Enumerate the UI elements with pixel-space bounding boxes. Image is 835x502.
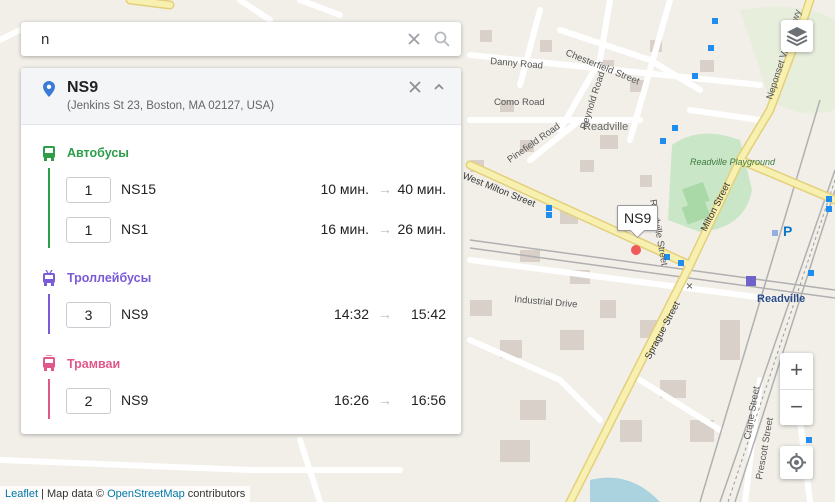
zoom-out-button[interactable]: − bbox=[780, 390, 813, 426]
leaflet-link[interactable]: Leaflet bbox=[5, 488, 38, 500]
attribution-separator: | Map data © bbox=[38, 488, 108, 500]
route-name: NS1 bbox=[121, 221, 149, 237]
route-time-from: 10 мин. bbox=[320, 181, 369, 197]
crosshair-icon bbox=[787, 453, 806, 472]
layers-button[interactable] bbox=[781, 20, 813, 52]
zoom-in-button[interactable]: + bbox=[780, 353, 813, 389]
stop-panel-header: NS9 (Jenkins St 23, Boston, MA 02127, US… bbox=[21, 68, 461, 125]
search-icon[interactable] bbox=[433, 30, 451, 48]
attribution-suffix: contributors bbox=[184, 488, 246, 500]
route-time-from: 14:32 bbox=[333, 306, 369, 322]
layers-icon bbox=[786, 27, 808, 47]
group-title-bus: Автобусы bbox=[67, 146, 129, 160]
route-number[interactable]: 1 bbox=[66, 217, 111, 243]
readville-station-label: Readville bbox=[757, 293, 805, 305]
arrow-right-icon: → bbox=[378, 306, 392, 322]
route-time-to: 16:56 bbox=[410, 392, 446, 408]
stop-marker[interactable] bbox=[631, 245, 641, 255]
route-time-to: 40 мин. bbox=[397, 181, 446, 197]
route-number[interactable]: 1 bbox=[66, 177, 111, 203]
arrow-right-icon: → bbox=[378, 221, 392, 237]
location-pin-icon bbox=[43, 81, 55, 97]
group-line-trolleybus bbox=[48, 294, 50, 334]
stop-panel: NS9 (Jenkins St 23, Boston, MA 02127, US… bbox=[21, 68, 461, 434]
svg-text:P: P bbox=[783, 223, 792, 239]
search-box bbox=[21, 22, 461, 56]
marker-tooltip: NS9 bbox=[617, 205, 659, 231]
tram-icon bbox=[43, 355, 55, 371]
route-name: NS15 bbox=[121, 181, 157, 197]
stop-address: (Jenkins St 23, Boston, MA 02127, USA) bbox=[67, 100, 275, 112]
route-row[interactable]: 3 NS9 14:32 → 15:42 bbox=[66, 302, 446, 328]
route-row[interactable]: 1 NS1 16 мин. → 26 мин. bbox=[66, 217, 446, 243]
bus-icon bbox=[43, 146, 55, 161]
como-road-label: Como Road bbox=[494, 97, 545, 108]
locate-button[interactable] bbox=[780, 446, 813, 479]
osm-link[interactable]: OpenStreetMap bbox=[107, 488, 185, 500]
group-line-tram bbox=[48, 379, 50, 419]
route-time-from: 16:26 bbox=[333, 392, 369, 408]
svg-text:×: × bbox=[686, 279, 693, 293]
group-line-bus bbox=[48, 168, 50, 248]
stop-name: NS9 bbox=[67, 79, 99, 96]
route-time-to: 26 мин. bbox=[397, 221, 446, 237]
route-number[interactable]: 2 bbox=[66, 388, 111, 414]
zoom-control: + − bbox=[780, 353, 813, 425]
route-name: NS9 bbox=[121, 392, 149, 408]
arrow-right-icon: → bbox=[378, 181, 392, 197]
search-input[interactable] bbox=[21, 22, 411, 56]
close-icon[interactable] bbox=[405, 30, 423, 48]
playground-label: Readville Playground bbox=[690, 157, 776, 167]
group-title-tram: Трамваи bbox=[67, 357, 121, 371]
arrow-right-icon: → bbox=[378, 392, 392, 408]
route-row[interactable]: 1 NS15 10 мин. → 40 мин. bbox=[66, 177, 446, 203]
trolleybus-icon bbox=[43, 270, 55, 286]
route-name: NS9 bbox=[121, 306, 149, 322]
group-title-trolleybus: Троллейбусы bbox=[67, 271, 152, 285]
route-time-to: 15:42 bbox=[410, 306, 446, 322]
chevron-up-icon[interactable] bbox=[432, 80, 446, 94]
map-attribution: Leaflet | Map data © OpenStreetMap contr… bbox=[0, 486, 251, 502]
route-number[interactable]: 3 bbox=[66, 302, 111, 328]
route-time-from: 16 мин. bbox=[320, 221, 369, 237]
route-row[interactable]: 2 NS9 16:26 → 16:56 bbox=[66, 388, 446, 414]
close-icon[interactable] bbox=[408, 80, 422, 94]
